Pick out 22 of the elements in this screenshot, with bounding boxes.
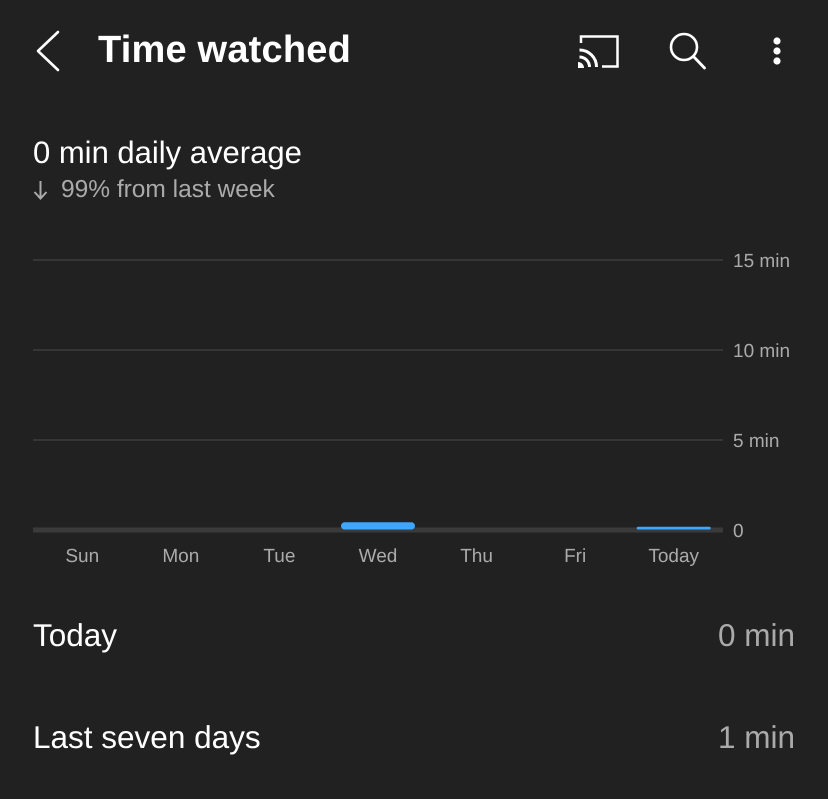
page-title: Time watched [98,28,351,74]
back-button[interactable] [35,30,61,72]
search-icon[interactable] [669,32,706,70]
change-text: 99% from last week [61,174,275,205]
y-axis-label: 5 min [733,431,780,452]
x-axis-label: Mon [162,546,200,567]
more-options-icon[interactable] [772,37,782,65]
daily-average-text: 0 min daily average [33,135,302,171]
x-axis-label: Fri [564,546,586,567]
x-axis-label: Today [648,546,700,567]
y-axis-label: 15 min [733,251,790,272]
stat-label: Last seven days [33,718,261,758]
x-axis-label: Thu [460,546,493,567]
x-axis-label: Wed [358,546,398,567]
y-axis-label: 10 min [733,341,790,362]
y-axis-label: 0 [733,521,744,542]
stat-value: 1 min [718,718,795,758]
cast-icon[interactable] [578,34,620,68]
x-axis-label: Sun [65,546,100,567]
x-axis-label: Tue [263,546,296,567]
stat-label: Today [33,616,118,656]
stat-value: 0 min [718,616,795,656]
